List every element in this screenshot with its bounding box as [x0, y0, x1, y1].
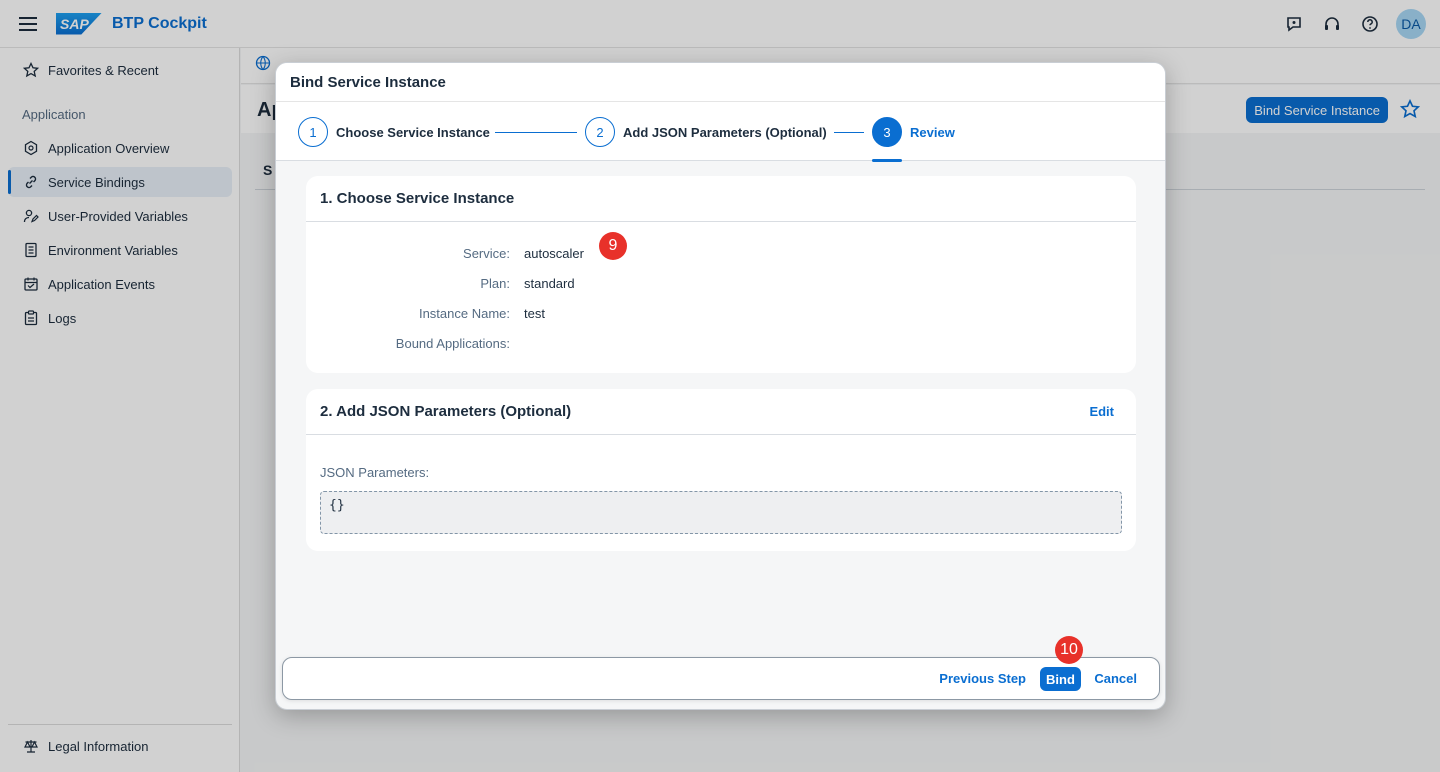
wizard-step-1[interactable]: 1 Choose Service Instance	[298, 117, 490, 147]
review-section-choose-instance: 1. Choose Service Instance Service: auto…	[306, 176, 1136, 373]
step-label: Add JSON Parameters (Optional)	[623, 124, 827, 140]
cancel-button[interactable]: Cancel	[1094, 671, 1137, 686]
step-number: 2	[585, 117, 615, 147]
json-parameters-textarea[interactable]: {}	[320, 491, 1122, 534]
wizard-progress-bar: 1 Choose Service Instance 2 Add JSON Par…	[276, 101, 1165, 162]
form-value: standard	[524, 275, 575, 291]
section-title: 2. Add JSON Parameters (Optional)	[320, 403, 572, 420]
form-label: Instance Name:	[418, 305, 510, 321]
annotation-badge: 9	[599, 232, 627, 260]
bind-service-instance-dialog: Bind Service Instance 1 Choose Service I…	[275, 62, 1166, 710]
dialog-footer: Previous Step Bind Cancel	[282, 657, 1160, 700]
form-label: Service:	[463, 245, 510, 261]
form-row-instance-name: Instance Name: test	[306, 303, 1136, 323]
section-header: 2. Add JSON Parameters (Optional) Edit	[306, 389, 1136, 435]
annotation-badge: 10	[1055, 636, 1083, 664]
review-section-json-parameters: 2. Add JSON Parameters (Optional) Edit J…	[306, 389, 1136, 551]
current-step-indicator	[872, 159, 902, 162]
section-title: 1. Choose Service Instance	[306, 176, 1136, 222]
dialog-title: Bind Service Instance	[276, 63, 1165, 101]
step-number: 3	[872, 117, 902, 147]
form-row-plan: Plan: standard	[306, 273, 1136, 293]
step-label: Review	[910, 124, 955, 140]
form-label: Plan:	[480, 275, 510, 291]
edit-link[interactable]: Edit	[1089, 404, 1114, 419]
form-value: autoscaler	[524, 245, 584, 261]
step-label: Choose Service Instance	[336, 124, 490, 140]
form-row-service: Service: autoscaler	[306, 243, 1136, 263]
bind-button[interactable]: Bind	[1040, 667, 1081, 691]
previous-step-button[interactable]: Previous Step	[939, 671, 1026, 686]
step-number: 1	[298, 117, 328, 147]
form-label: Bound Applications:	[395, 335, 510, 351]
json-parameters-label: JSON Parameters:	[320, 465, 430, 480]
step-connector	[495, 132, 577, 133]
wizard-step-3[interactable]: 3 Review	[872, 117, 955, 147]
step-connector	[834, 132, 864, 133]
wizard-step-2[interactable]: 2 Add JSON Parameters (Optional)	[585, 117, 827, 147]
form-row-bound-applications: Bound Applications:	[306, 333, 1136, 353]
form-value: test	[524, 305, 545, 321]
